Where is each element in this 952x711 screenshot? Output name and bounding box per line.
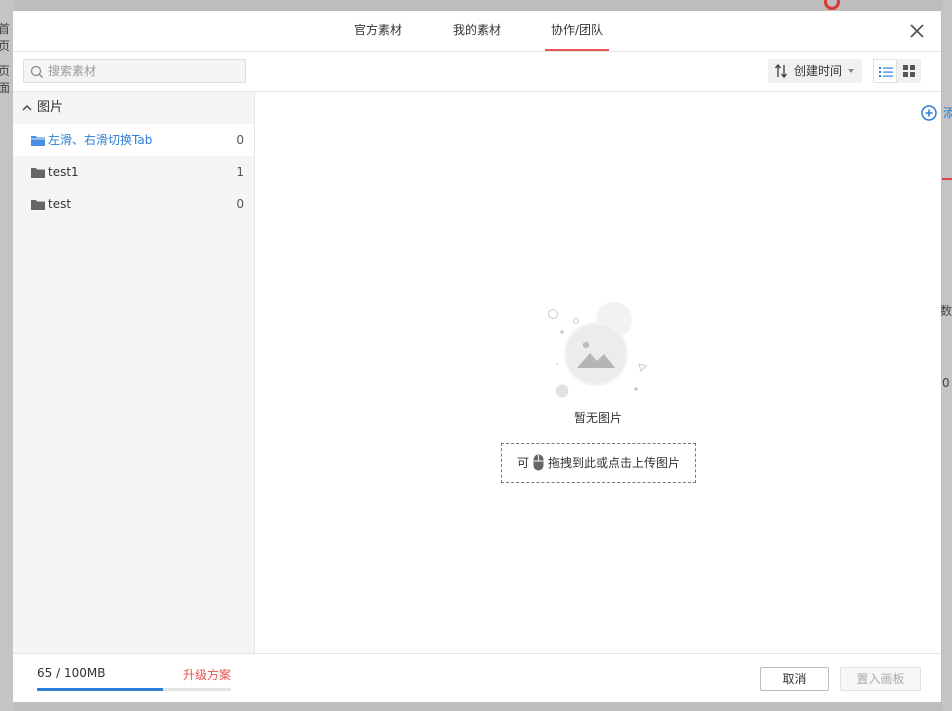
folder-icon [31, 200, 45, 210]
empty-state-text: 暂无图片 [573, 411, 622, 425]
folder-item[interactable]: 左滑、右滑切换Tab 0 [13, 124, 254, 156]
close-icon[interactable] [909, 23, 925, 39]
add-image-label: 添加图片 [943, 106, 952, 120]
folder-count: 0 [236, 197, 244, 211]
tab-official-materials[interactable]: 官方素材 [353, 11, 403, 51]
grid-view-button[interactable] [897, 59, 921, 83]
folder-count: 0 [236, 133, 244, 147]
chevron-down-icon [848, 69, 854, 73]
background-fragment: 0 [942, 376, 950, 390]
upload-dropzone[interactable]: 可 拖拽到此或点击上传图片 [501, 443, 696, 483]
mouse-icon [533, 454, 544, 471]
group-label: 图片 [37, 100, 64, 115]
background-accent-line [942, 178, 952, 180]
list-icon [879, 67, 893, 77]
search-input[interactable] [48, 60, 238, 82]
storage-progress-bar [37, 688, 231, 691]
background-fragment: 数 [940, 304, 952, 318]
folder-item[interactable]: test1 1 [13, 156, 254, 188]
search-box [23, 59, 246, 83]
folder-sidebar: 图片 左滑、右滑切换Tab 0 test1 1 test 0 [13, 92, 255, 653]
storage-progress-fill [37, 688, 164, 691]
sort-label: 创建时间 [794, 64, 843, 78]
folder-name: test1 [48, 165, 79, 179]
group-header-images[interactable]: 图片 [13, 92, 254, 124]
folder-open-icon [31, 136, 45, 146]
dialog-footer: 65 / 100MB 升级方案 取消 置入画板 [13, 653, 941, 702]
toolbar: 创建时间 [13, 52, 941, 92]
plus-circle-icon [921, 105, 937, 121]
place-on-artboard-button[interactable]: 置入画板 [840, 667, 921, 691]
chevron-up-icon [22, 105, 32, 111]
background-fragment: 首页 [0, 22, 11, 53]
list-view-button[interactable] [873, 59, 897, 83]
grid-icon [903, 65, 915, 77]
folder-item[interactable]: test 0 [13, 188, 254, 220]
target-icon [824, 0, 840, 10]
search-icon [30, 65, 43, 78]
folder-count: 1 [236, 165, 244, 179]
upload-prefix: 可 [517, 456, 530, 470]
upgrade-plan-link[interactable]: 升级方案 [183, 666, 231, 683]
folder-icon [31, 168, 45, 178]
tab-team[interactable]: 协作/团队 [545, 11, 609, 51]
tab-my-materials[interactable]: 我的素材 [452, 11, 502, 51]
folder-name: 左滑、右滑切换Tab [48, 133, 153, 147]
upload-hint: 拖拽到此或点击上传图片 [548, 456, 681, 470]
view-toggle [873, 59, 921, 83]
dialog-tabs: 官方素材 我的素材 协作/团队 [13, 11, 941, 52]
cancel-button[interactable]: 取消 [760, 667, 829, 691]
sort-select[interactable]: 创建时间 [768, 59, 862, 83]
folder-name: test [48, 197, 72, 211]
material-dialog: 官方素材 我的素材 协作/团队 创建时间 [13, 11, 952, 702]
sort-icon [774, 64, 788, 78]
storage-usage-text: 65 / 100MB [37, 666, 106, 680]
background-fragment: 页面 [0, 64, 11, 95]
background-left-strip: 首页 页面 [0, 0, 14, 711]
image-content-area: 添加图片 暂无图片 可 拖拽到此或点击上传图片 [255, 92, 952, 653]
empty-image-illustration-icon [548, 302, 647, 398]
